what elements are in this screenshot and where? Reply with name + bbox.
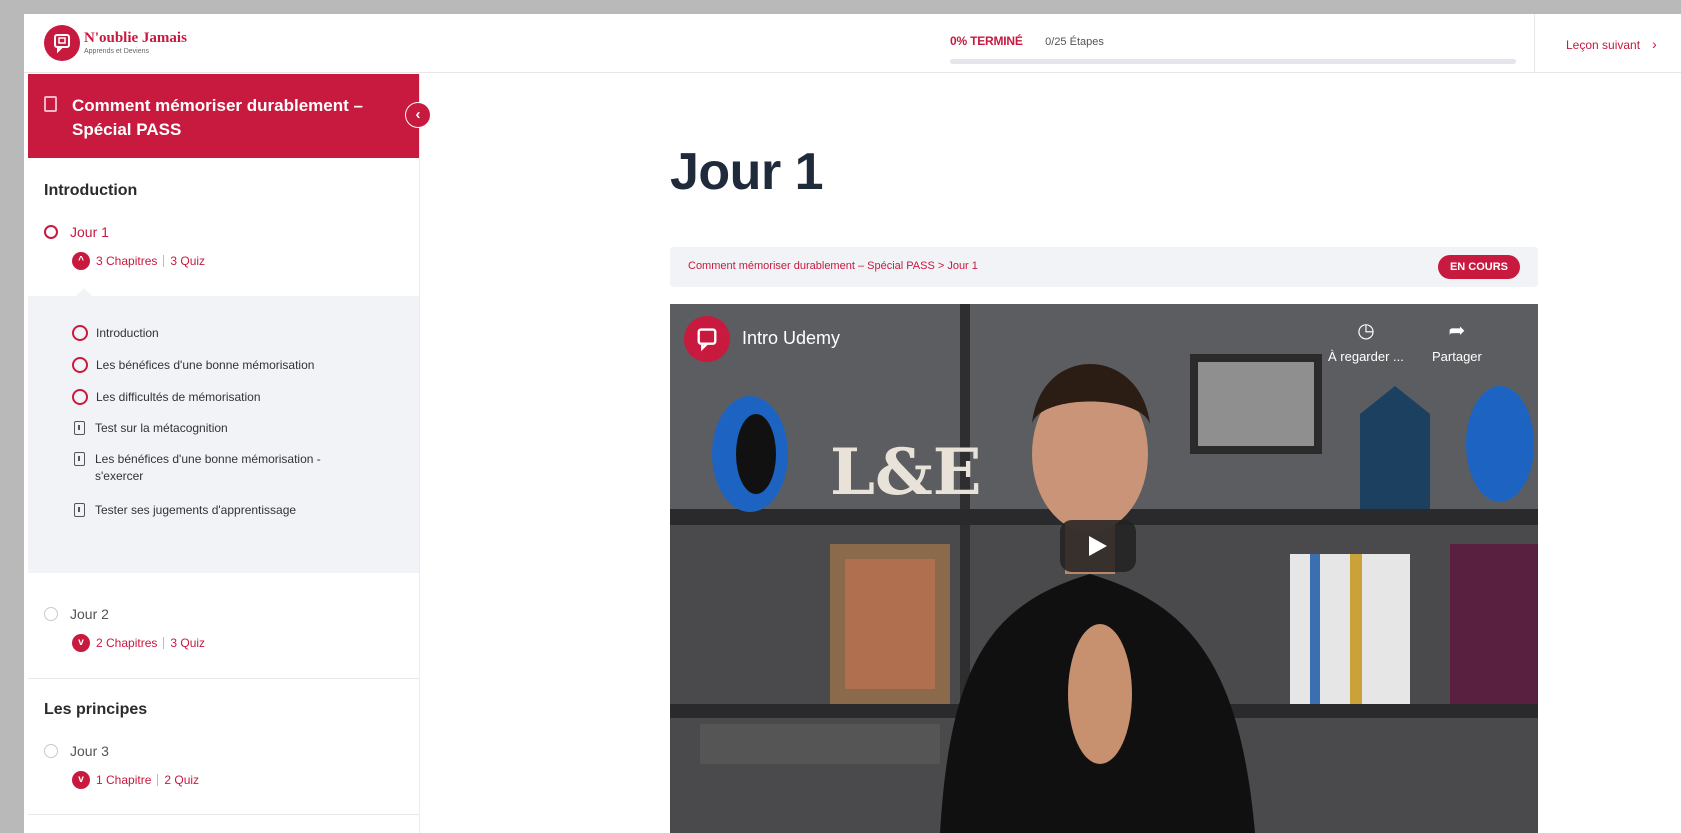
- divider: [1534, 14, 1535, 72]
- quiz-icon: [74, 503, 85, 517]
- divider: [28, 814, 419, 815]
- topic-list: Introduction Les bénéfices d'une bonne m…: [28, 288, 419, 573]
- page-title: Jour 1: [670, 143, 824, 201]
- quiz-count: 3 Quiz: [170, 254, 206, 268]
- topic-status-icon: [72, 357, 88, 373]
- share-icon: ➦: [1448, 320, 1466, 342]
- divider: [28, 678, 419, 679]
- topic-status-icon: [72, 325, 88, 341]
- play-button[interactable]: [1060, 520, 1136, 572]
- lesson-status-icon: [44, 744, 58, 758]
- chevron-down-icon[interactable]: v: [72, 634, 90, 652]
- progress-steps: 0/25 Étapes: [1045, 36, 1104, 48]
- quiz-label: Test sur la métacognition: [95, 421, 228, 435]
- chevron-up-icon[interactable]: ^: [72, 252, 90, 270]
- site-logo[interactable]: N'oublie Jamais Apprends et Deviens: [44, 25, 187, 61]
- channel-avatar[interactable]: [684, 316, 730, 362]
- status-badge: EN COURS: [1437, 255, 1520, 279]
- collapse-sidebar-button[interactable]: ‹: [406, 103, 430, 127]
- breadcrumb[interactable]: Comment mémoriser durablement – Spécial …: [688, 260, 978, 272]
- next-lesson-link[interactable]: Leçon suivant ›: [1566, 36, 1657, 52]
- chapter-count: 2 Chapitres: [96, 636, 158, 650]
- lesson-label: Jour 3: [70, 743, 109, 759]
- chapter-count: 1 Chapitre: [96, 773, 152, 787]
- quiz-icon: [74, 452, 85, 466]
- video-title[interactable]: Intro Udemy: [742, 328, 840, 349]
- chevron-right-icon: ›: [1652, 36, 1657, 52]
- clock-icon: ◷: [1357, 320, 1375, 342]
- watch-later-button[interactable]: ◷ À regarder ...: [1328, 318, 1404, 364]
- next-lesson-label: Leçon suivant: [1566, 38, 1641, 52]
- section-title-principes: Les principes: [44, 701, 148, 718]
- document-icon: [44, 96, 57, 112]
- quiz-item[interactable]: Test sur la métacognition: [72, 420, 372, 437]
- topic-item[interactable]: Les bénéfices d'une bonne mémorisation: [72, 357, 372, 374]
- top-bar: N'oublie Jamais Apprends et Deviens 0% T…: [24, 14, 1681, 73]
- logo-tagline: Apprends et Deviens: [84, 48, 149, 55]
- section-title-introduction: Introduction: [44, 182, 138, 199]
- lesson-item-jour-3[interactable]: Jour 3: [44, 743, 109, 759]
- progress-percent: 0% TERMINÉ: [950, 34, 1023, 48]
- svg-text:L&E: L&E: [830, 435, 982, 510]
- topic-item[interactable]: Les difficultés de mémorisation: [72, 389, 372, 406]
- share-button[interactable]: ➦ Partager: [1432, 318, 1482, 364]
- chevron-left-icon: ‹: [415, 106, 421, 123]
- course-progress: 0% TERMINÉ 0/25 Étapes: [950, 32, 1516, 64]
- breadcrumb-bar: Comment mémoriser durablement – Spécial …: [670, 247, 1538, 287]
- logo-name: N'oublie Jamais: [84, 30, 187, 46]
- lesson-item-jour-1[interactable]: Jour 1: [44, 224, 109, 240]
- lesson-label: Jour 2: [70, 606, 109, 622]
- logo-icon: [44, 25, 80, 61]
- quiz-icon: [74, 421, 85, 435]
- quiz-item[interactable]: Tester ses jugements d'apprentissage: [72, 502, 372, 519]
- topic-label: Les bénéfices d'une bonne mémorisation: [96, 358, 315, 372]
- course-sidebar: Comment mémoriser durablement – Spécial …: [28, 74, 430, 833]
- topic-item[interactable]: Introduction: [72, 325, 372, 342]
- quiz-item[interactable]: Les bénéfices d'une bonne mémorisation -…: [72, 451, 342, 485]
- lesson-item-jour-2[interactable]: Jour 2: [44, 606, 109, 622]
- lesson-label: Jour 1: [70, 224, 109, 240]
- quiz-label: Tester ses jugements d'apprentissage: [95, 503, 297, 517]
- topic-label: Les difficultés de mémorisation: [96, 390, 261, 404]
- watch-later-label: À regarder ...: [1328, 349, 1404, 364]
- topic-status-icon: [72, 389, 88, 405]
- app-window: N'oublie Jamais Apprends et Deviens 0% T…: [24, 14, 1681, 833]
- course-header[interactable]: Comment mémoriser durablement – Spécial …: [28, 74, 419, 158]
- play-icon: [1089, 536, 1107, 556]
- quiz-count: 2 Quiz: [164, 773, 200, 787]
- share-label: Partager: [1432, 349, 1482, 364]
- chapter-count: 3 Chapitres: [96, 254, 158, 268]
- lesson-status-icon: [44, 225, 58, 239]
- chevron-down-icon[interactable]: v: [72, 771, 90, 789]
- video-player[interactable]: L&E Intro Udemy ◷ À regarder ... ➦ Parta…: [670, 304, 1538, 833]
- lesson-status-icon: [44, 607, 58, 621]
- quiz-label: Les bénéfices d'une bonne mémorisation -…: [95, 452, 321, 483]
- progress-bar: [950, 59, 1516, 64]
- lesson-meta-jour-2[interactable]: v 2 Chapitres 3 Quiz: [72, 634, 205, 652]
- course-title: Comment mémoriser durablement – Spécial …: [72, 96, 363, 139]
- lesson-meta-jour-3[interactable]: v 1 Chapitre 2 Quiz: [72, 771, 199, 789]
- lesson-meta-jour-1[interactable]: ^ 3 Chapitres 3 Quiz: [72, 252, 205, 270]
- quiz-count: 3 Quiz: [170, 636, 206, 650]
- topic-label: Introduction: [96, 326, 159, 340]
